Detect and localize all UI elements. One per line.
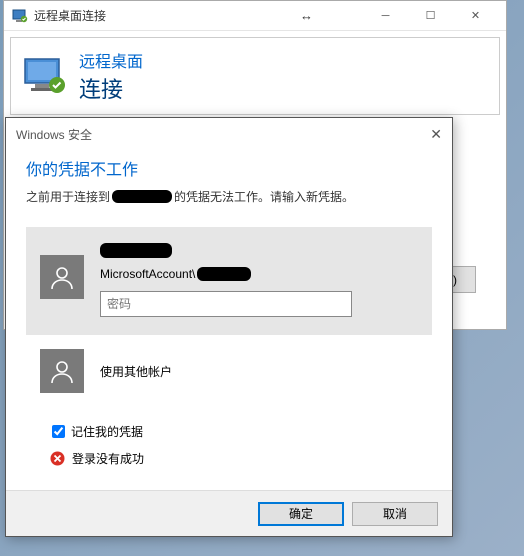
- security-dialog: Windows 安全 ✕ 你的凭据不工作 之前用于连接到 的凭据无法工作。请输入…: [5, 117, 453, 537]
- password-input[interactable]: [100, 291, 352, 317]
- other-account-label: 使用其他帐户: [100, 363, 172, 380]
- use-other-account[interactable]: 使用其他帐户: [40, 349, 432, 393]
- dialog-button-bar: 确定 取消: [6, 490, 452, 536]
- redacted-username: [197, 267, 251, 281]
- account-name: MicrosoftAccount\: [100, 267, 418, 281]
- redacted-display-name: [100, 243, 172, 258]
- close-button[interactable]: ✕: [453, 2, 498, 30]
- minimize-button[interactable]: ─: [363, 2, 408, 30]
- rdp-header: 远程桌面 连接: [10, 37, 500, 115]
- error-text: 登录没有成功: [72, 450, 144, 467]
- rdp-app-icon: [12, 8, 28, 24]
- user-avatar-icon: [40, 255, 84, 299]
- resize-arrow-icon: ↔: [300, 8, 313, 23]
- credentials-message: 之前用于连接到 的凭据无法工作。请输入新凭据。: [26, 188, 432, 205]
- error-icon: [50, 451, 65, 466]
- monitor-icon: [23, 57, 67, 95]
- security-dialog-title: Windows 安全: [16, 126, 412, 143]
- remember-credentials-row: 记住我的凭据: [52, 423, 432, 440]
- error-row: 登录没有成功: [50, 450, 432, 467]
- window-controls: ─ ☐ ✕: [363, 2, 498, 30]
- remember-checkbox[interactable]: [52, 425, 65, 438]
- security-titlebar: Windows 安全 ✕: [6, 118, 452, 150]
- dialog-close-button[interactable]: ✕: [412, 126, 442, 143]
- rdp-header-line2: 连接: [79, 72, 143, 104]
- user-avatar-icon: [40, 349, 84, 393]
- ok-button[interactable]: 确定: [258, 502, 344, 526]
- maximize-button[interactable]: ☐: [408, 2, 453, 30]
- selected-account-box[interactable]: MicrosoftAccount\: [26, 227, 432, 335]
- redacted-hostname: [112, 190, 172, 203]
- rdp-header-line1: 远程桌面: [79, 48, 143, 72]
- rdp-title: 远程桌面连接: [34, 7, 300, 24]
- msg-suffix: 的凭据无法工作。请输入新凭据。: [174, 188, 354, 205]
- account-prefix: MicrosoftAccount\: [100, 267, 195, 281]
- remember-label: 记住我的凭据: [71, 423, 143, 440]
- msg-prefix: 之前用于连接到: [26, 188, 110, 205]
- rdp-titlebar: 远程桌面连接 ↔ ─ ☐ ✕: [4, 1, 506, 31]
- credentials-heading: 你的凭据不工作: [26, 156, 432, 180]
- cancel-button[interactable]: 取消: [352, 502, 438, 526]
